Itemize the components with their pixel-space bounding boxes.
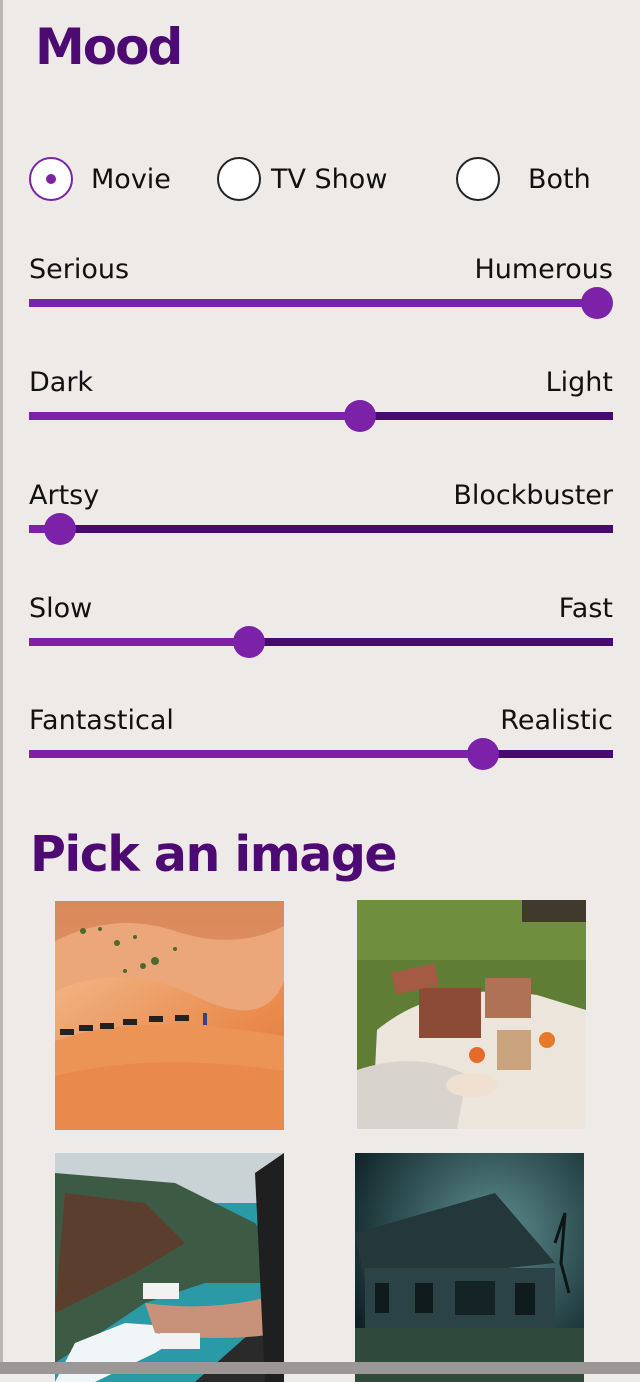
slider-track-empty[interactable] bbox=[60, 525, 613, 533]
slider-thumb[interactable] bbox=[581, 287, 613, 319]
cliff-helicopter-view-image[interactable] bbox=[55, 1153, 284, 1382]
left-border bbox=[0, 0, 3, 1374]
slider-track-filled[interactable] bbox=[29, 412, 360, 420]
slider-right-label: Light bbox=[545, 367, 613, 398]
slider-left-label: Artsy bbox=[29, 480, 100, 511]
slider-right-label: Realistic bbox=[500, 705, 613, 736]
slider-right-label: Blockbuster bbox=[453, 480, 613, 511]
picnic-basket-image[interactable] bbox=[357, 900, 586, 1129]
slider-right-label: Humerous bbox=[474, 254, 613, 285]
slider-track-filled[interactable] bbox=[29, 299, 597, 307]
slider-track-filled[interactable] bbox=[29, 750, 483, 758]
slider-left-label: Fantastical bbox=[29, 705, 174, 736]
slider-thumb[interactable] bbox=[44, 513, 76, 545]
desert-camel-caravan-image[interactable] bbox=[55, 901, 284, 1130]
radio-tv-show-label: TV Show bbox=[271, 163, 388, 195]
radio-movie-circle[interactable] bbox=[29, 157, 73, 201]
slider-left-label: Dark bbox=[29, 367, 94, 398]
radio-movie-label: Movie bbox=[91, 163, 171, 195]
radio-tv-show[interactable]: TV Show bbox=[217, 155, 387, 203]
slider-left-label: Slow bbox=[29, 593, 93, 624]
radio-both-circle[interactable] bbox=[456, 157, 500, 201]
radio-tv-show-circle[interactable] bbox=[217, 157, 261, 201]
slider-right-label: Fast bbox=[558, 593, 613, 624]
slider-track-empty[interactable] bbox=[249, 638, 613, 646]
radio-both-label: Both bbox=[528, 163, 591, 195]
mood-title: Mood bbox=[35, 18, 183, 76]
radio-movie[interactable]: Movie bbox=[29, 155, 171, 203]
slider-thumb[interactable] bbox=[344, 400, 376, 432]
bottom-scrollbar[interactable] bbox=[0, 1362, 640, 1374]
slider-left-label: Serious bbox=[29, 254, 130, 285]
pick-image-title: Pick an image bbox=[30, 826, 398, 883]
abandoned-house-storm-image[interactable] bbox=[355, 1153, 584, 1382]
radio-both[interactable]: Both bbox=[456, 155, 591, 203]
slider-track-filled[interactable] bbox=[29, 638, 249, 646]
slider-thumb[interactable] bbox=[233, 626, 265, 658]
slider-thumb[interactable] bbox=[467, 738, 499, 770]
slider-track-empty[interactable] bbox=[360, 412, 613, 420]
slider-track-empty[interactable] bbox=[483, 750, 613, 758]
